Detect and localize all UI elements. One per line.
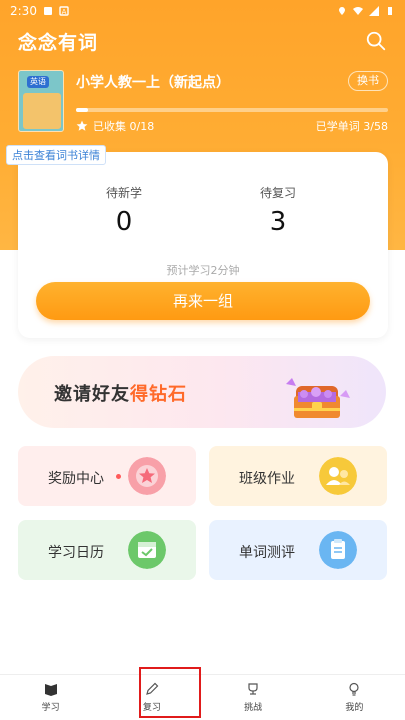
reward-icon bbox=[128, 457, 166, 495]
book-title[interactable]: 小学人教一上（新起点） bbox=[76, 72, 230, 92]
word-test-label: 单词测评 bbox=[239, 545, 295, 561]
reward-center-label: 奖励中心 bbox=[48, 471, 104, 487]
search-icon[interactable] bbox=[365, 30, 387, 52]
word-test-tile[interactable]: 单词测评 bbox=[209, 520, 387, 580]
status-bar: 2:30 A bbox=[0, 0, 405, 22]
book-cover-illustration bbox=[23, 93, 61, 129]
trophy-icon bbox=[248, 683, 258, 695]
location-icon bbox=[339, 7, 345, 15]
book-progress-bar bbox=[76, 108, 388, 112]
reward-notification-dot bbox=[116, 474, 121, 479]
battery-icon bbox=[388, 7, 392, 15]
collected-info: 已收集 0/18 bbox=[76, 118, 154, 134]
book-progress-fill bbox=[76, 108, 89, 112]
book-cover[interactable]: 英语 bbox=[18, 70, 64, 132]
new-words-label: 待新学 bbox=[105, 186, 142, 200]
tab-challenge[interactable]: 挑战 bbox=[203, 675, 304, 720]
collected-text: 已收集 0/18 bbox=[93, 120, 155, 133]
tab-review[interactable]: 复习 bbox=[101, 675, 202, 720]
app-header: 念念有词 bbox=[0, 22, 405, 60]
invite-text: 邀请好友得钻石 bbox=[54, 380, 187, 406]
svg-text:A: A bbox=[62, 8, 67, 16]
book-open-icon bbox=[44, 684, 57, 696]
new-words-value: 0 bbox=[115, 207, 133, 237]
study-calendar-tile[interactable]: 学习日历 bbox=[18, 520, 196, 580]
invite-text-prefix: 邀请好友 bbox=[54, 384, 130, 405]
book-section: 英语 小学人教一上（新起点） 换书 已收集 0/18 已学单词 3/58 bbox=[18, 70, 388, 140]
tab-review-label: 复习 bbox=[142, 703, 161, 713]
tab-challenge-label: 挑战 bbox=[244, 703, 263, 713]
review-words-value: 3 bbox=[269, 207, 287, 237]
tab-mine[interactable]: 我的 bbox=[304, 675, 405, 720]
invite-text-accent: 得钻石 bbox=[130, 384, 187, 405]
treasure-chest-icon bbox=[286, 378, 350, 418]
tab-learn-label: 学习 bbox=[41, 703, 60, 713]
change-book-button[interactable]: 换书 bbox=[348, 71, 388, 91]
class-homework-tile[interactable]: 班级作业 bbox=[209, 446, 387, 506]
reward-center-tile[interactable]: 奖励中心 bbox=[18, 446, 196, 506]
review-words-label: 待复习 bbox=[259, 186, 296, 200]
book-cover-tag: 英语 bbox=[27, 76, 49, 88]
star-icon bbox=[76, 120, 88, 131]
book-details-tip[interactable]: 点击查看词书详情 bbox=[6, 145, 106, 165]
invite-friends-banner[interactable]: 邀请好友得钻石 bbox=[18, 356, 386, 428]
new-words-stat: 待新学 0 bbox=[64, 184, 184, 237]
app-title: 念念有词 bbox=[18, 31, 99, 54]
tab-learn[interactable]: 学习 bbox=[0, 675, 101, 720]
wifi-icon bbox=[353, 7, 363, 15]
start-again-button[interactable]: 再来一组 bbox=[36, 282, 370, 320]
review-words-stat: 待复习 3 bbox=[218, 184, 338, 237]
class-homework-label: 班级作业 bbox=[239, 471, 295, 487]
lightbulb-icon bbox=[349, 682, 359, 696]
notification-icon bbox=[43, 7, 52, 15]
clipboard-icon bbox=[319, 531, 357, 569]
signal-icon bbox=[369, 6, 379, 16]
pencil-icon bbox=[146, 682, 159, 695]
status-time: 2:30 bbox=[10, 4, 37, 18]
calendar-icon bbox=[128, 531, 166, 569]
app-badge-icon: A bbox=[59, 6, 69, 16]
study-calendar-label: 学习日历 bbox=[48, 545, 104, 561]
learned-words: 已学单词 3/58 bbox=[315, 120, 388, 133]
estimated-time: 预计学习2分钟 bbox=[166, 264, 240, 277]
bottom-tab-bar: 学习 复习 挑战 我的 bbox=[0, 674, 405, 720]
study-stats-card: 待新学 0 待复习 3 预计学习2分钟 再来一组 bbox=[18, 152, 388, 338]
tab-mine-label: 我的 bbox=[345, 703, 364, 713]
group-users-icon bbox=[319, 457, 357, 495]
